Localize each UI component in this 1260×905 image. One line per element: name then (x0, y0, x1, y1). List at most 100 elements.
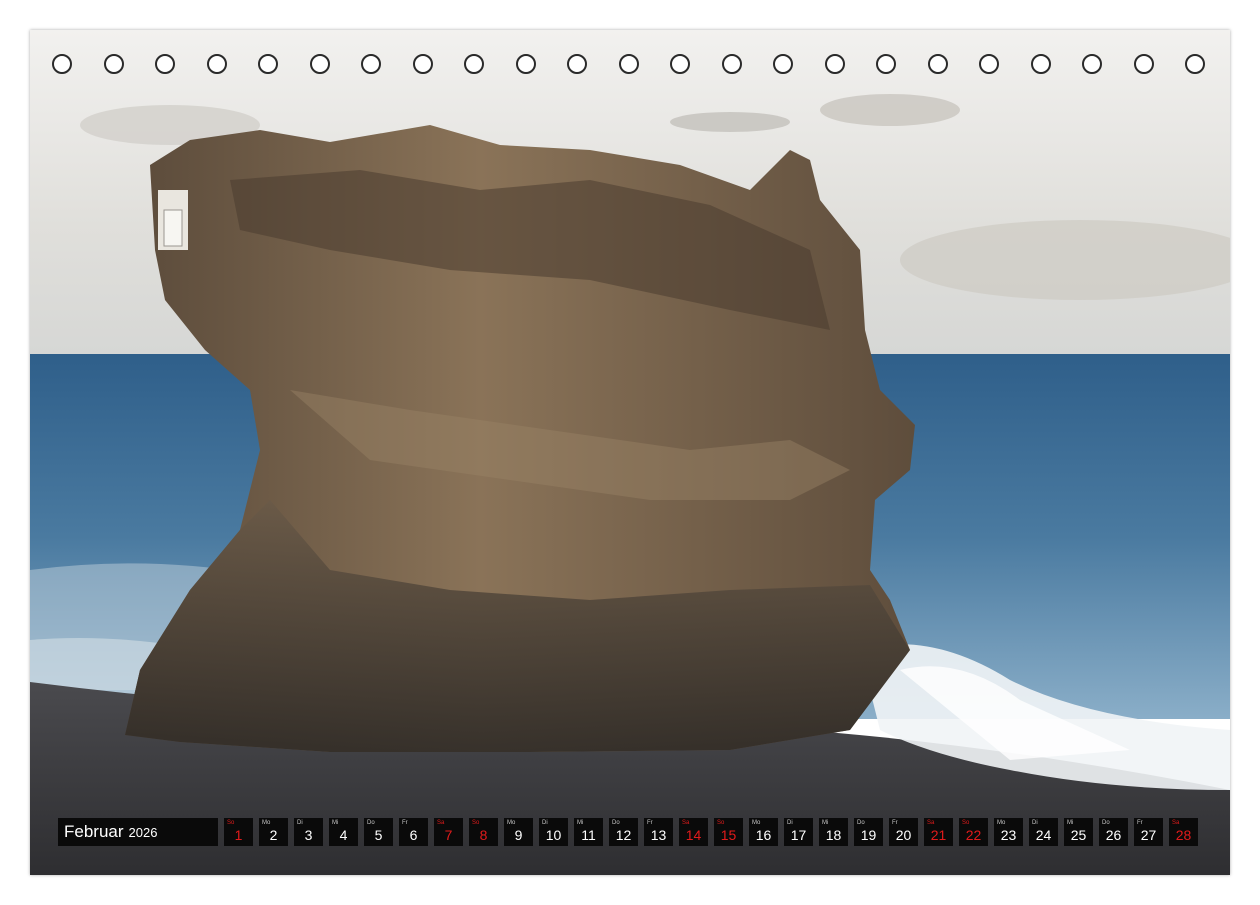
binding-hole (927, 54, 948, 74)
day-number: 16 (755, 827, 772, 843)
binding-hole (412, 54, 433, 74)
day-number: 23 (1000, 827, 1017, 843)
weekday: Fr (892, 820, 898, 826)
day-number: 9 (514, 827, 523, 843)
day-cell: So 22 (959, 818, 988, 846)
day-number: 12 (615, 827, 632, 843)
day-cell: Sa 7 (434, 818, 463, 846)
weekday: Mo (752, 820, 761, 826)
day-cell: So 15 (714, 818, 743, 846)
day-number: 13 (650, 827, 667, 843)
day-cell: Mo 16 (749, 818, 778, 846)
ring-binding-holes (30, 54, 1230, 80)
day-number: 3 (304, 827, 313, 843)
weekday: So (962, 820, 970, 826)
day-cell: Mo 2 (259, 818, 288, 846)
day-cell: Fr 20 (889, 818, 918, 846)
day-number: 26 (1105, 827, 1122, 843)
binding-hole (773, 54, 793, 74)
weekday: Sa (927, 820, 935, 826)
day-cell: Mo 23 (994, 818, 1023, 846)
calendar-page: Februar 2026 So 1 Mo 2 Di 3 Mi 4 Do 5 Fr 6 Sa 7… (30, 30, 1230, 875)
day-number: 8 (479, 827, 488, 843)
weekday: Mi (1067, 820, 1074, 826)
weekday: Do (612, 820, 620, 826)
weekday: Mi (822, 820, 829, 826)
weekday: Mo (262, 820, 271, 826)
day-cell: Do 12 (609, 818, 638, 846)
day-number: 10 (545, 827, 562, 843)
binding-hole (824, 54, 845, 74)
day-number: 15 (720, 827, 737, 843)
weekday: Di (542, 820, 548, 826)
binding-hole (464, 54, 484, 74)
binding-hole (567, 54, 587, 74)
day-cell: Mi 25 (1064, 818, 1093, 846)
day-cell: So 1 (224, 818, 253, 846)
day-cell: Di 10 (539, 818, 568, 846)
binding-hole (1082, 54, 1102, 74)
weekday: Do (857, 820, 865, 826)
day-number: 25 (1070, 827, 1087, 843)
weekday: Mi (577, 820, 584, 826)
weekday: Mi (332, 820, 339, 826)
binding-hole (1185, 54, 1205, 74)
binding-hole (1133, 54, 1154, 74)
day-number: 4 (339, 827, 348, 843)
day-number: 27 (1140, 827, 1157, 843)
weekday: Di (297, 820, 303, 826)
day-number: 5 (374, 827, 383, 843)
day-number: 17 (790, 827, 807, 843)
day-cell: Do 5 (364, 818, 393, 846)
day-cell: Fr 6 (399, 818, 428, 846)
weekday: Mo (997, 820, 1006, 826)
day-cell: Sa 14 (679, 818, 708, 846)
weekday: Sa (437, 820, 445, 826)
binding-hole (361, 54, 381, 74)
month-label: Februar 2026 (58, 818, 218, 846)
binding-hole (670, 54, 690, 74)
day-number: 18 (825, 827, 842, 843)
binding-hole (618, 54, 639, 74)
binding-hole (515, 54, 536, 74)
binding-hole (721, 54, 742, 74)
weekday: Di (1032, 820, 1038, 826)
binding-hole (103, 54, 124, 74)
weekday: Sa (1172, 820, 1180, 826)
weekday: Fr (647, 820, 653, 826)
day-cell: Fr 27 (1134, 818, 1163, 846)
binding-hole (1030, 54, 1051, 74)
binding-hole (155, 54, 175, 74)
weekday: So (717, 820, 725, 826)
calendar-strip: Februar 2026 So 1 Mo 2 Di 3 Mi 4 Do 5 Fr 6 Sa 7… (58, 818, 1202, 846)
day-number: 19 (860, 827, 877, 843)
day-cell: Sa 28 (1169, 818, 1198, 846)
weekday: Sa (682, 820, 690, 826)
weekday: Fr (402, 820, 408, 826)
day-cell: Mo 9 (504, 818, 533, 846)
binding-hole (979, 54, 999, 74)
day-cell: Di 24 (1029, 818, 1058, 846)
day-number: 24 (1035, 827, 1052, 843)
binding-hole (309, 54, 330, 74)
day-cell: Di 3 (294, 818, 323, 846)
weekday: Mo (507, 820, 516, 826)
binding-hole (258, 54, 278, 74)
day-number: 11 (581, 827, 596, 843)
day-cell: Fr 13 (644, 818, 673, 846)
day-cell: Mi 18 (819, 818, 848, 846)
day-cell: Mi 11 (574, 818, 603, 846)
weekday: Fr (1137, 820, 1143, 826)
weekday: So (227, 820, 235, 826)
day-cell: Do 19 (854, 818, 883, 846)
photo-rock-on-beach (30, 30, 1230, 875)
day-number: 1 (234, 827, 243, 843)
weekday: So (472, 820, 480, 826)
day-number: 6 (409, 827, 418, 843)
day-cell: Di 17 (784, 818, 813, 846)
day-number: 21 (930, 827, 947, 843)
day-cell: So 8 (469, 818, 498, 846)
day-number: 7 (444, 827, 453, 843)
weekday: Do (1102, 820, 1110, 826)
day-number: 20 (895, 827, 912, 843)
